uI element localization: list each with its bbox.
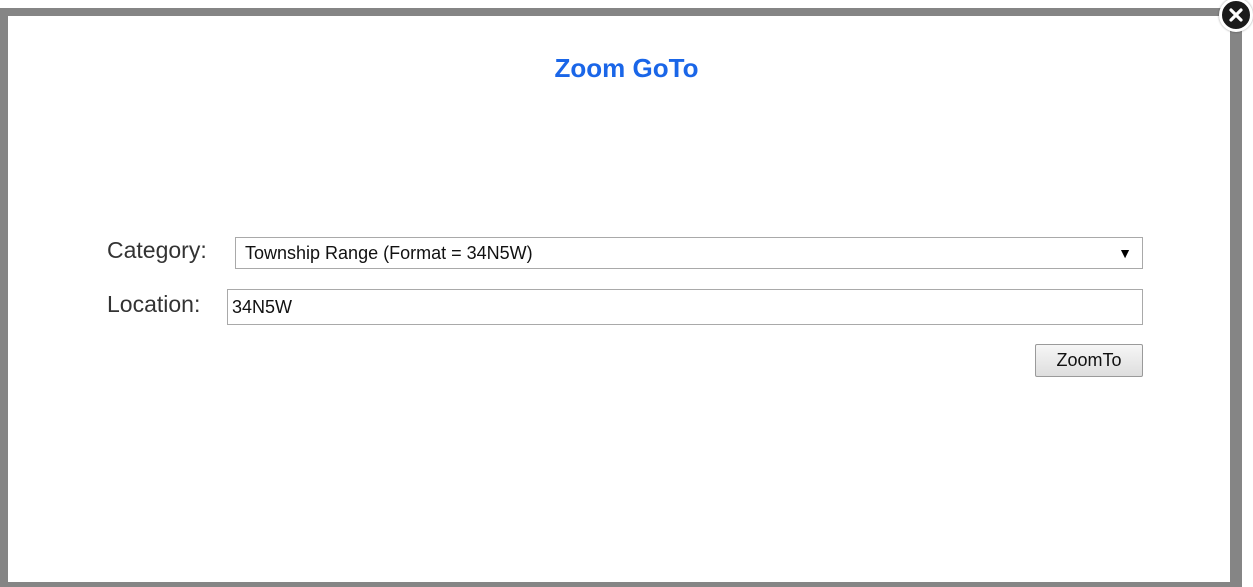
category-select-value: Township Range (Format = 34N5W) [245, 243, 533, 263]
zoomto-button[interactable]: ZoomTo [1035, 344, 1143, 377]
category-select[interactable]: Township Range (Format = 34N5W) ▼ [235, 237, 1143, 269]
dialog-title: Zoom GoTo [554, 53, 699, 83]
close-icon [1229, 8, 1243, 22]
category-label: Category: [107, 237, 207, 263]
close-button[interactable] [1219, 0, 1253, 32]
dropdown-arrow-icon: ▼ [1118, 245, 1132, 261]
location-label: Location: [107, 291, 201, 317]
location-input[interactable] [227, 289, 1143, 325]
